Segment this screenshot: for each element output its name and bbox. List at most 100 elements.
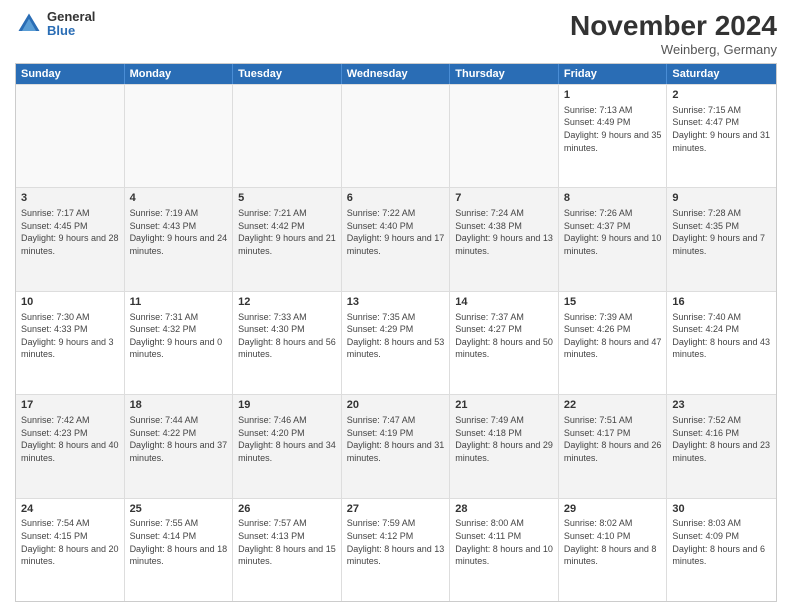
day-number: 28 bbox=[455, 502, 553, 517]
calendar-cell: 10Sunrise: 7:30 AM Sunset: 4:33 PM Dayli… bbox=[16, 292, 125, 394]
calendar-cell: 28Sunrise: 8:00 AM Sunset: 4:11 PM Dayli… bbox=[450, 499, 559, 601]
day-info: Sunrise: 7:21 AM Sunset: 4:42 PM Dayligh… bbox=[238, 207, 336, 257]
calendar-cell: 17Sunrise: 7:42 AM Sunset: 4:23 PM Dayli… bbox=[16, 395, 125, 497]
calendar-row-2: 3Sunrise: 7:17 AM Sunset: 4:45 PM Daylig… bbox=[16, 187, 776, 290]
day-number: 14 bbox=[455, 295, 553, 310]
calendar-row-3: 10Sunrise: 7:30 AM Sunset: 4:33 PM Dayli… bbox=[16, 291, 776, 394]
calendar-cell: 23Sunrise: 7:52 AM Sunset: 4:16 PM Dayli… bbox=[667, 395, 776, 497]
calendar-cell: 3Sunrise: 7:17 AM Sunset: 4:45 PM Daylig… bbox=[16, 188, 125, 290]
header-day-sunday: Sunday bbox=[16, 64, 125, 84]
day-info: Sunrise: 7:33 AM Sunset: 4:30 PM Dayligh… bbox=[238, 311, 336, 361]
calendar-cell: 24Sunrise: 7:54 AM Sunset: 4:15 PM Dayli… bbox=[16, 499, 125, 601]
calendar-cell bbox=[16, 85, 125, 187]
calendar-cell: 22Sunrise: 7:51 AM Sunset: 4:17 PM Dayli… bbox=[559, 395, 668, 497]
calendar-cell: 13Sunrise: 7:35 AM Sunset: 4:29 PM Dayli… bbox=[342, 292, 451, 394]
calendar-cell bbox=[125, 85, 234, 187]
location: Weinberg, Germany bbox=[570, 42, 777, 57]
day-info: Sunrise: 7:13 AM Sunset: 4:49 PM Dayligh… bbox=[564, 104, 662, 154]
day-number: 17 bbox=[21, 398, 119, 413]
day-number: 3 bbox=[21, 191, 119, 206]
day-number: 15 bbox=[564, 295, 662, 310]
day-info: Sunrise: 7:47 AM Sunset: 4:19 PM Dayligh… bbox=[347, 414, 445, 464]
day-info: Sunrise: 8:03 AM Sunset: 4:09 PM Dayligh… bbox=[672, 517, 771, 567]
logo-blue: Blue bbox=[47, 24, 95, 38]
logo-icon bbox=[15, 10, 43, 38]
day-info: Sunrise: 7:35 AM Sunset: 4:29 PM Dayligh… bbox=[347, 311, 445, 361]
calendar-cell: 29Sunrise: 8:02 AM Sunset: 4:10 PM Dayli… bbox=[559, 499, 668, 601]
calendar-cell: 26Sunrise: 7:57 AM Sunset: 4:13 PM Dayli… bbox=[233, 499, 342, 601]
day-info: Sunrise: 7:52 AM Sunset: 4:16 PM Dayligh… bbox=[672, 414, 771, 464]
day-number: 20 bbox=[347, 398, 445, 413]
calendar-row-4: 17Sunrise: 7:42 AM Sunset: 4:23 PM Dayli… bbox=[16, 394, 776, 497]
day-info: Sunrise: 7:28 AM Sunset: 4:35 PM Dayligh… bbox=[672, 207, 771, 257]
calendar-body: 1Sunrise: 7:13 AM Sunset: 4:49 PM Daylig… bbox=[16, 84, 776, 601]
day-number: 6 bbox=[347, 191, 445, 206]
calendar-cell: 15Sunrise: 7:39 AM Sunset: 4:26 PM Dayli… bbox=[559, 292, 668, 394]
day-info: Sunrise: 7:51 AM Sunset: 4:17 PM Dayligh… bbox=[564, 414, 662, 464]
header-day-monday: Monday bbox=[125, 64, 234, 84]
calendar-cell: 21Sunrise: 7:49 AM Sunset: 4:18 PM Dayli… bbox=[450, 395, 559, 497]
calendar-cell: 27Sunrise: 7:59 AM Sunset: 4:12 PM Dayli… bbox=[342, 499, 451, 601]
header-day-wednesday: Wednesday bbox=[342, 64, 451, 84]
calendar-cell: 16Sunrise: 7:40 AM Sunset: 4:24 PM Dayli… bbox=[667, 292, 776, 394]
day-info: Sunrise: 7:17 AM Sunset: 4:45 PM Dayligh… bbox=[21, 207, 119, 257]
title-block: November 2024 Weinberg, Germany bbox=[570, 10, 777, 57]
day-info: Sunrise: 7:57 AM Sunset: 4:13 PM Dayligh… bbox=[238, 517, 336, 567]
day-info: Sunrise: 7:15 AM Sunset: 4:47 PM Dayligh… bbox=[672, 104, 771, 154]
calendar-cell: 25Sunrise: 7:55 AM Sunset: 4:14 PM Dayli… bbox=[125, 499, 234, 601]
calendar-cell: 4Sunrise: 7:19 AM Sunset: 4:43 PM Daylig… bbox=[125, 188, 234, 290]
day-number: 5 bbox=[238, 191, 336, 206]
day-info: Sunrise: 7:26 AM Sunset: 4:37 PM Dayligh… bbox=[564, 207, 662, 257]
day-number: 11 bbox=[130, 295, 228, 310]
day-number: 25 bbox=[130, 502, 228, 517]
logo-text: General Blue bbox=[47, 10, 95, 39]
day-number: 30 bbox=[672, 502, 771, 517]
calendar-cell: 2Sunrise: 7:15 AM Sunset: 4:47 PM Daylig… bbox=[667, 85, 776, 187]
day-info: Sunrise: 7:42 AM Sunset: 4:23 PM Dayligh… bbox=[21, 414, 119, 464]
day-number: 21 bbox=[455, 398, 553, 413]
day-number: 27 bbox=[347, 502, 445, 517]
calendar-cell bbox=[342, 85, 451, 187]
day-number: 10 bbox=[21, 295, 119, 310]
day-info: Sunrise: 7:39 AM Sunset: 4:26 PM Dayligh… bbox=[564, 311, 662, 361]
header-day-friday: Friday bbox=[559, 64, 668, 84]
day-number: 16 bbox=[672, 295, 771, 310]
calendar-row-5: 24Sunrise: 7:54 AM Sunset: 4:15 PM Dayli… bbox=[16, 498, 776, 601]
calendar-cell: 19Sunrise: 7:46 AM Sunset: 4:20 PM Dayli… bbox=[233, 395, 342, 497]
logo: General Blue bbox=[15, 10, 95, 39]
calendar-cell: 20Sunrise: 7:47 AM Sunset: 4:19 PM Dayli… bbox=[342, 395, 451, 497]
day-info: Sunrise: 7:44 AM Sunset: 4:22 PM Dayligh… bbox=[130, 414, 228, 464]
day-number: 13 bbox=[347, 295, 445, 310]
day-number: 19 bbox=[238, 398, 336, 413]
header-day-saturday: Saturday bbox=[667, 64, 776, 84]
calendar-cell: 12Sunrise: 7:33 AM Sunset: 4:30 PM Dayli… bbox=[233, 292, 342, 394]
calendar-cell: 30Sunrise: 8:03 AM Sunset: 4:09 PM Dayli… bbox=[667, 499, 776, 601]
day-info: Sunrise: 7:22 AM Sunset: 4:40 PM Dayligh… bbox=[347, 207, 445, 257]
day-number: 29 bbox=[564, 502, 662, 517]
calendar-cell bbox=[450, 85, 559, 187]
day-number: 26 bbox=[238, 502, 336, 517]
day-number: 7 bbox=[455, 191, 553, 206]
calendar-row-1: 1Sunrise: 7:13 AM Sunset: 4:49 PM Daylig… bbox=[16, 84, 776, 187]
day-info: Sunrise: 7:37 AM Sunset: 4:27 PM Dayligh… bbox=[455, 311, 553, 361]
day-info: Sunrise: 7:31 AM Sunset: 4:32 PM Dayligh… bbox=[130, 311, 228, 361]
calendar-cell: 7Sunrise: 7:24 AM Sunset: 4:38 PM Daylig… bbox=[450, 188, 559, 290]
calendar-cell: 14Sunrise: 7:37 AM Sunset: 4:27 PM Dayli… bbox=[450, 292, 559, 394]
page: General Blue November 2024 Weinberg, Ger… bbox=[0, 0, 792, 612]
day-number: 12 bbox=[238, 295, 336, 310]
day-info: Sunrise: 8:02 AM Sunset: 4:10 PM Dayligh… bbox=[564, 517, 662, 567]
day-number: 2 bbox=[672, 88, 771, 103]
day-info: Sunrise: 7:55 AM Sunset: 4:14 PM Dayligh… bbox=[130, 517, 228, 567]
calendar-header: SundayMondayTuesdayWednesdayThursdayFrid… bbox=[16, 64, 776, 84]
day-info: Sunrise: 7:19 AM Sunset: 4:43 PM Dayligh… bbox=[130, 207, 228, 257]
day-info: Sunrise: 7:49 AM Sunset: 4:18 PM Dayligh… bbox=[455, 414, 553, 464]
day-info: Sunrise: 7:30 AM Sunset: 4:33 PM Dayligh… bbox=[21, 311, 119, 361]
day-info: Sunrise: 7:54 AM Sunset: 4:15 PM Dayligh… bbox=[21, 517, 119, 567]
day-number: 24 bbox=[21, 502, 119, 517]
day-number: 23 bbox=[672, 398, 771, 413]
logo-general: General bbox=[47, 10, 95, 24]
day-number: 9 bbox=[672, 191, 771, 206]
day-info: Sunrise: 8:00 AM Sunset: 4:11 PM Dayligh… bbox=[455, 517, 553, 567]
day-info: Sunrise: 7:46 AM Sunset: 4:20 PM Dayligh… bbox=[238, 414, 336, 464]
header-day-tuesday: Tuesday bbox=[233, 64, 342, 84]
